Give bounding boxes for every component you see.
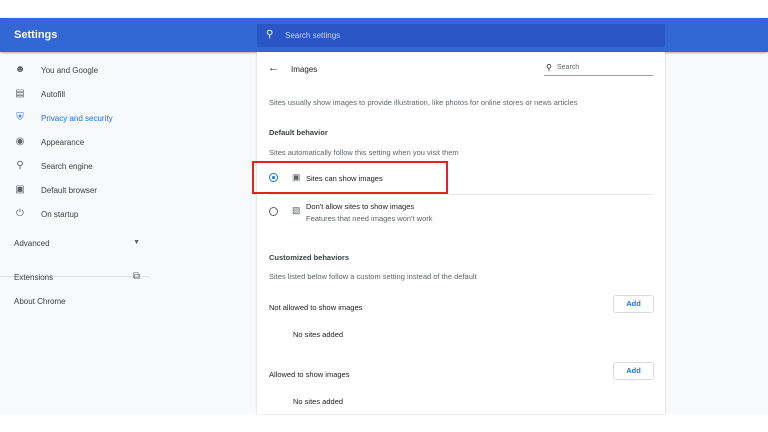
- not-allowed-empty: No sites added: [293, 330, 344, 339]
- default-behavior-subtitle: Sites automatically follow this setting …: [269, 148, 459, 157]
- sidebar-item-label: You and Google: [41, 66, 99, 75]
- header: Settings ⚲ Search settings: [0, 18, 768, 52]
- radio-dont-allow-images[interactable]: [269, 207, 278, 216]
- not-allowed-label: Not allowed to show images: [269, 303, 363, 312]
- search-settings-input[interactable]: ⚲ Search settings: [257, 24, 665, 47]
- search-icon: ⚲: [546, 63, 552, 72]
- search-placeholder: Search settings: [285, 31, 341, 40]
- option-block-label: Don't allow sites to show images: [306, 202, 415, 211]
- sidebar-extensions[interactable]: Extensions ⧉: [14, 271, 140, 282]
- allowed-label: Allowed to show images: [269, 370, 350, 379]
- person-icon: ☻: [14, 64, 26, 75]
- browser-icon: ▣: [15, 184, 25, 195]
- description: Sites usually show images to provide ill…: [269, 98, 578, 107]
- add-allowed-button[interactable]: Add: [613, 362, 654, 380]
- customized-subtitle: Sites listed below follow a custom setti…: [269, 272, 477, 281]
- default-behavior-heading: Default behavior: [269, 128, 328, 137]
- advanced-label: Advanced: [14, 239, 50, 248]
- option-block-subtitle: Features that need images won't work: [306, 214, 433, 223]
- sidebar-item-label: Default browser: [41, 186, 98, 195]
- divider: [269, 194, 653, 195]
- sidebar-item-label: Privacy and security: [41, 114, 113, 123]
- shield-icon: ⛨: [16, 112, 24, 123]
- settings-app: Settings ⚲ Search settings ☻ You and Googl…: [0, 18, 768, 414]
- search-icon: ⚲: [16, 160, 24, 171]
- allowed-empty: No sites added: [293, 397, 344, 406]
- search-icon: ⚲: [266, 29, 274, 40]
- images-settings-card: ← Images ⚲ Search Sites usually show ima…: [252, 52, 665, 414]
- back-arrow-icon[interactable]: ←: [268, 62, 279, 74]
- sidebar-item-label: Appearance: [41, 138, 85, 147]
- clipboard-icon: ▤: [15, 88, 25, 99]
- extensions-label: Extensions: [14, 273, 54, 282]
- sidebar-item-label: Autofill: [41, 90, 66, 99]
- sidebar-item-label: Search engine: [41, 162, 93, 171]
- app-title: Settings: [14, 29, 58, 41]
- open-external-icon: ⧉: [132, 271, 140, 282]
- palette-icon: ◉: [15, 136, 25, 147]
- sidebar-about-chrome[interactable]: About Chrome: [14, 297, 66, 306]
- sidebar-item-label: On startup: [41, 210, 79, 219]
- page-title: Images: [291, 65, 318, 74]
- power-icon: ⏻: [16, 208, 24, 219]
- sidebar-advanced[interactable]: Advanced ▼: [14, 239, 140, 248]
- highlight-box: [252, 161, 448, 194]
- customized-heading: Customized behaviors: [269, 253, 350, 262]
- search-placeholder: Search: [557, 64, 580, 71]
- image-off-icon: ▧: [292, 205, 301, 215]
- add-not-allowed-button[interactable]: Add: [613, 295, 654, 313]
- chevron-down-icon: ▼: [133, 239, 140, 246]
- page-search-input[interactable]: ⚲ Search: [544, 62, 653, 76]
